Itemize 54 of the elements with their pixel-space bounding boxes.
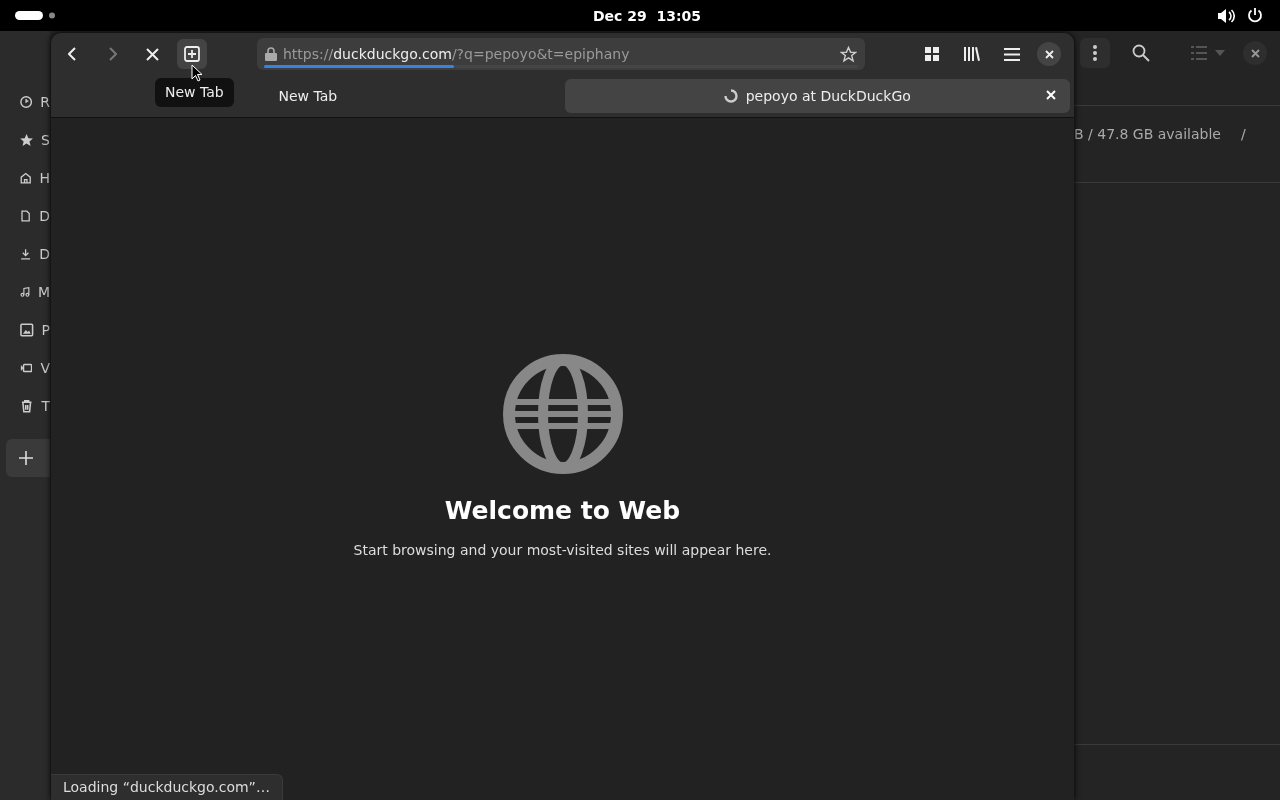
power-icon[interactable] — [1247, 7, 1263, 23]
video-icon — [20, 361, 33, 375]
path-text: / — [1240, 125, 1246, 144]
sidebar-item[interactable]: H — [0, 159, 50, 197]
sidebar-item[interactable]: P — [0, 311, 50, 349]
menu-button[interactable] — [1080, 38, 1110, 68]
new-tab-button[interactable] — [177, 39, 207, 69]
sidebar-item[interactable]: S — [0, 121, 50, 159]
close-icon[interactable] — [1046, 90, 1056, 100]
date-text: Dec 29 — [593, 8, 647, 24]
close-button[interactable] — [1037, 42, 1061, 66]
document-icon — [20, 209, 32, 223]
time-text: 13:05 — [656, 8, 702, 24]
star-icon[interactable] — [840, 45, 857, 63]
forward-icon — [107, 47, 117, 61]
clock-icon — [20, 95, 33, 109]
home-icon — [20, 171, 32, 185]
storage-text: B / 47.8 GB available — [1074, 125, 1221, 144]
music-icon — [20, 285, 30, 299]
tooltip: New Tab — [155, 78, 234, 107]
back-icon — [67, 47, 77, 61]
status-text: Loading “duckduckgo.com”… — [51, 774, 283, 800]
sidebar-item[interactable]: M — [0, 273, 50, 311]
sidebar-item[interactable]: T — [0, 387, 50, 425]
trash-icon — [20, 399, 34, 413]
sidebar-item[interactable]: R — [0, 83, 50, 121]
library-icon — [964, 47, 980, 61]
globe-icon — [502, 354, 623, 474]
close-icon — [145, 47, 159, 61]
welcome-title: Welcome to Web — [444, 495, 681, 527]
address-field[interactable]: https://duckduckgo.com/?q=pepoyo&t=epiphany — [257, 38, 865, 70]
search-icon — [1132, 44, 1150, 62]
close-icon — [1044, 49, 1054, 59]
browser-tab[interactable]: pepoyo at DuckDuckGo — [564, 79, 1070, 113]
image-icon — [20, 323, 34, 337]
activities-indicator[interactable] — [15, 11, 57, 21]
list-icon — [1191, 46, 1207, 60]
grid-icon — [925, 47, 939, 61]
plus-icon — [19, 451, 33, 465]
download-icon — [20, 247, 32, 261]
cursor-icon — [191, 64, 203, 82]
star-icon — [20, 133, 34, 147]
close-button[interactable] — [1243, 41, 1267, 65]
more-icon — [1093, 45, 1097, 61]
lock-icon — [265, 47, 277, 61]
volume-icon[interactable] — [1217, 8, 1235, 24]
close-icon — [1250, 48, 1260, 58]
other-locations-item[interactable] — [6, 439, 50, 477]
welcome-text: Start browsing and your most-visited sites will appear here. — [353, 540, 772, 560]
menu-icon — [1004, 47, 1020, 61]
sidebar-item[interactable]: V — [0, 349, 50, 387]
sidebar-item[interactable]: D — [0, 197, 50, 235]
sidebar-item[interactable]: D — [0, 235, 50, 273]
new-tab-icon — [184, 46, 200, 62]
